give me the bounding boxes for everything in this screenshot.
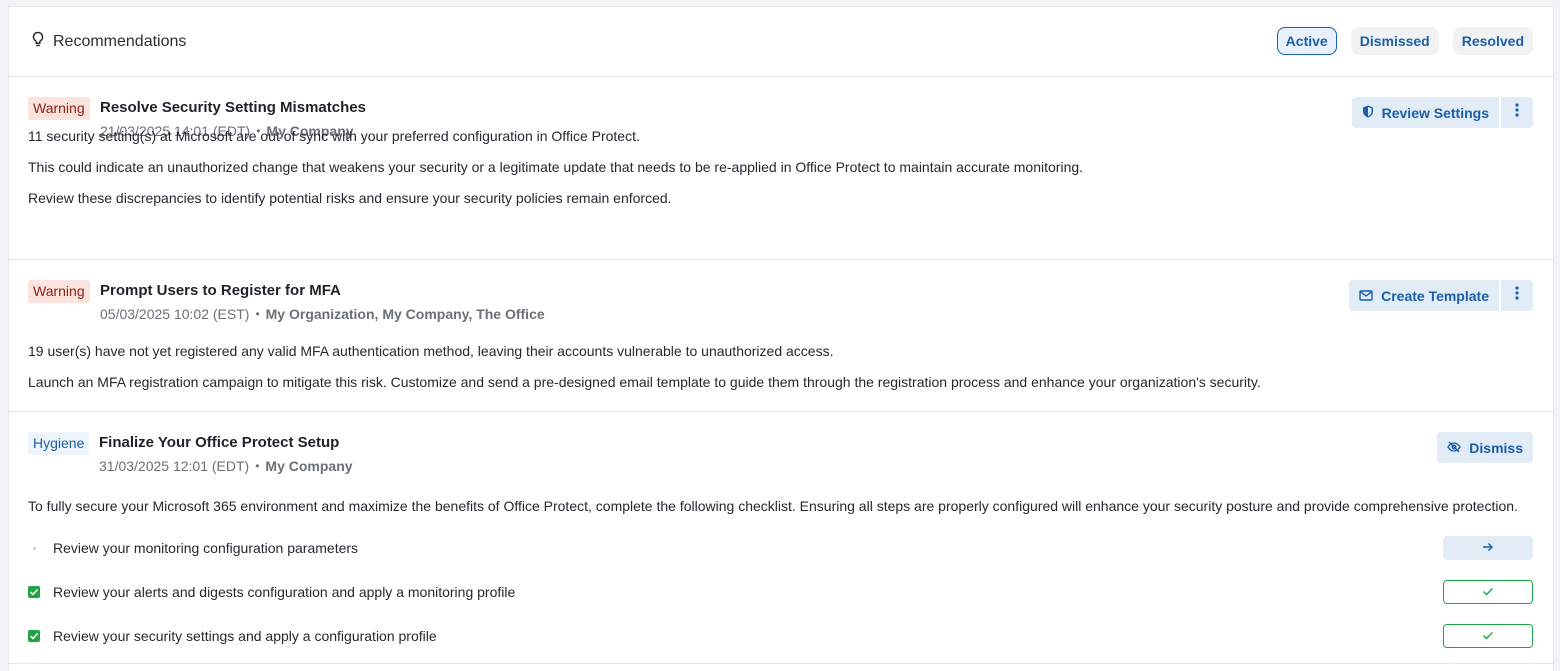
kebab-icon (1515, 286, 1519, 305)
mail-icon (1359, 288, 1373, 304)
eye-off-icon (1447, 440, 1462, 456)
panel-title: Recommendations (31, 31, 186, 53)
severity-badge: Warning (28, 97, 90, 120)
check-icon (1482, 627, 1494, 645)
checklist-item: Review your alerts and digests configura… (28, 580, 1533, 604)
recommendation-meta: 31/03/2025 12:01 (EDT) • My Company (99, 458, 353, 474)
card-actions: Dismiss (1437, 432, 1533, 463)
shield-icon (1362, 105, 1374, 121)
kebab-icon (1515, 103, 1519, 122)
card-actions: Review Settings (1351, 97, 1533, 128)
status-tabs: Active Dismissed Resolved (1276, 27, 1533, 55)
recommendation-title: Resolve Security Setting Mismatches (100, 99, 366, 116)
recommendation-card: Warning Resolve Security Setting Mismatc… (9, 77, 1553, 260)
checklist-item-label: Review your alerts and digests configura… (53, 584, 516, 600)
recommendation-card: Hygiene Finalize Your Office Protect Set… (9, 412, 1553, 664)
checklist-item-label: Review your monitoring configuration par… (53, 540, 359, 556)
checklist-item: Review your monitoring configuration par… (28, 536, 1533, 560)
recommendation-text: To fully secure your Microsoft 365 envir… (28, 498, 1518, 514)
tab-active[interactable]: Active (1276, 27, 1337, 55)
recommendation-orgs: My Company (265, 458, 353, 474)
tab-resolved[interactable]: Resolved (1452, 27, 1533, 55)
recommendation-text: Launch an MFA registration campaign to m… (28, 374, 1261, 390)
checklist-item-label: Review your security settings and apply … (53, 628, 437, 644)
review-settings-button[interactable]: Review Settings (1351, 97, 1499, 128)
lightbulb-icon (31, 31, 45, 53)
check-icon (1482, 583, 1494, 601)
recommendation-card: Warning Prompt Users to Register for MFA… (9, 260, 1553, 412)
recommendation-text: 19 user(s) have not yet registered any v… (28, 343, 834, 359)
panel-title-text: Recommendations (53, 33, 187, 50)
checkbox-checked-icon (28, 630, 40, 642)
step-complete-button[interactable] (1443, 624, 1533, 648)
recommendation-text: This could indicate an unauthorized chan… (28, 159, 1084, 175)
separator-dot: • (255, 307, 260, 321)
recommendation-date: 05/03/2025 10:02 (EST) (100, 306, 250, 322)
recommendation-title: Finalize Your Office Protect Setup (99, 434, 340, 451)
more-options-button[interactable] (1501, 97, 1533, 128)
recommendation-text: 11 security setting(s) at Microsoft are … (28, 128, 640, 144)
severity-badge: Warning (28, 280, 90, 303)
panel-header: Recommendations Active Dismissed Resolve… (9, 7, 1553, 77)
category-badge: Hygiene (28, 432, 90, 455)
recommendation-orgs: My Organization, My Company, The Office (265, 306, 545, 322)
more-options-button[interactable] (1501, 280, 1533, 311)
recommendations-panel: Recommendations Active Dismissed Resolve… (8, 6, 1554, 671)
checklist-item: Review your security settings and apply … (28, 624, 1533, 648)
create-template-label: Create Template (1381, 287, 1489, 304)
review-settings-label: Review Settings (1381, 104, 1489, 121)
separator-dot: • (255, 459, 260, 473)
recommendation-text: Review these discrepancies to identify p… (28, 190, 672, 206)
card-actions: Create Template (1349, 280, 1533, 311)
step-complete-button[interactable] (1443, 580, 1533, 604)
recommendation-date: 31/03/2025 12:01 (EDT) (99, 458, 250, 474)
recommendation-title: Prompt Users to Register for MFA (100, 282, 341, 299)
dismiss-label: Dismiss (1469, 439, 1523, 456)
tab-dismissed[interactable]: Dismissed (1350, 27, 1439, 55)
go-to-step-button[interactable] (1443, 536, 1533, 560)
pending-bullet-icon (28, 542, 40, 554)
create-template-button[interactable]: Create Template (1349, 280, 1499, 311)
arrow-right-icon (1482, 539, 1494, 557)
recommendation-meta: 05/03/2025 10:02 (EST) • My Organization… (100, 306, 545, 322)
dismiss-button[interactable]: Dismiss (1437, 432, 1533, 463)
checkbox-checked-icon (28, 586, 40, 598)
